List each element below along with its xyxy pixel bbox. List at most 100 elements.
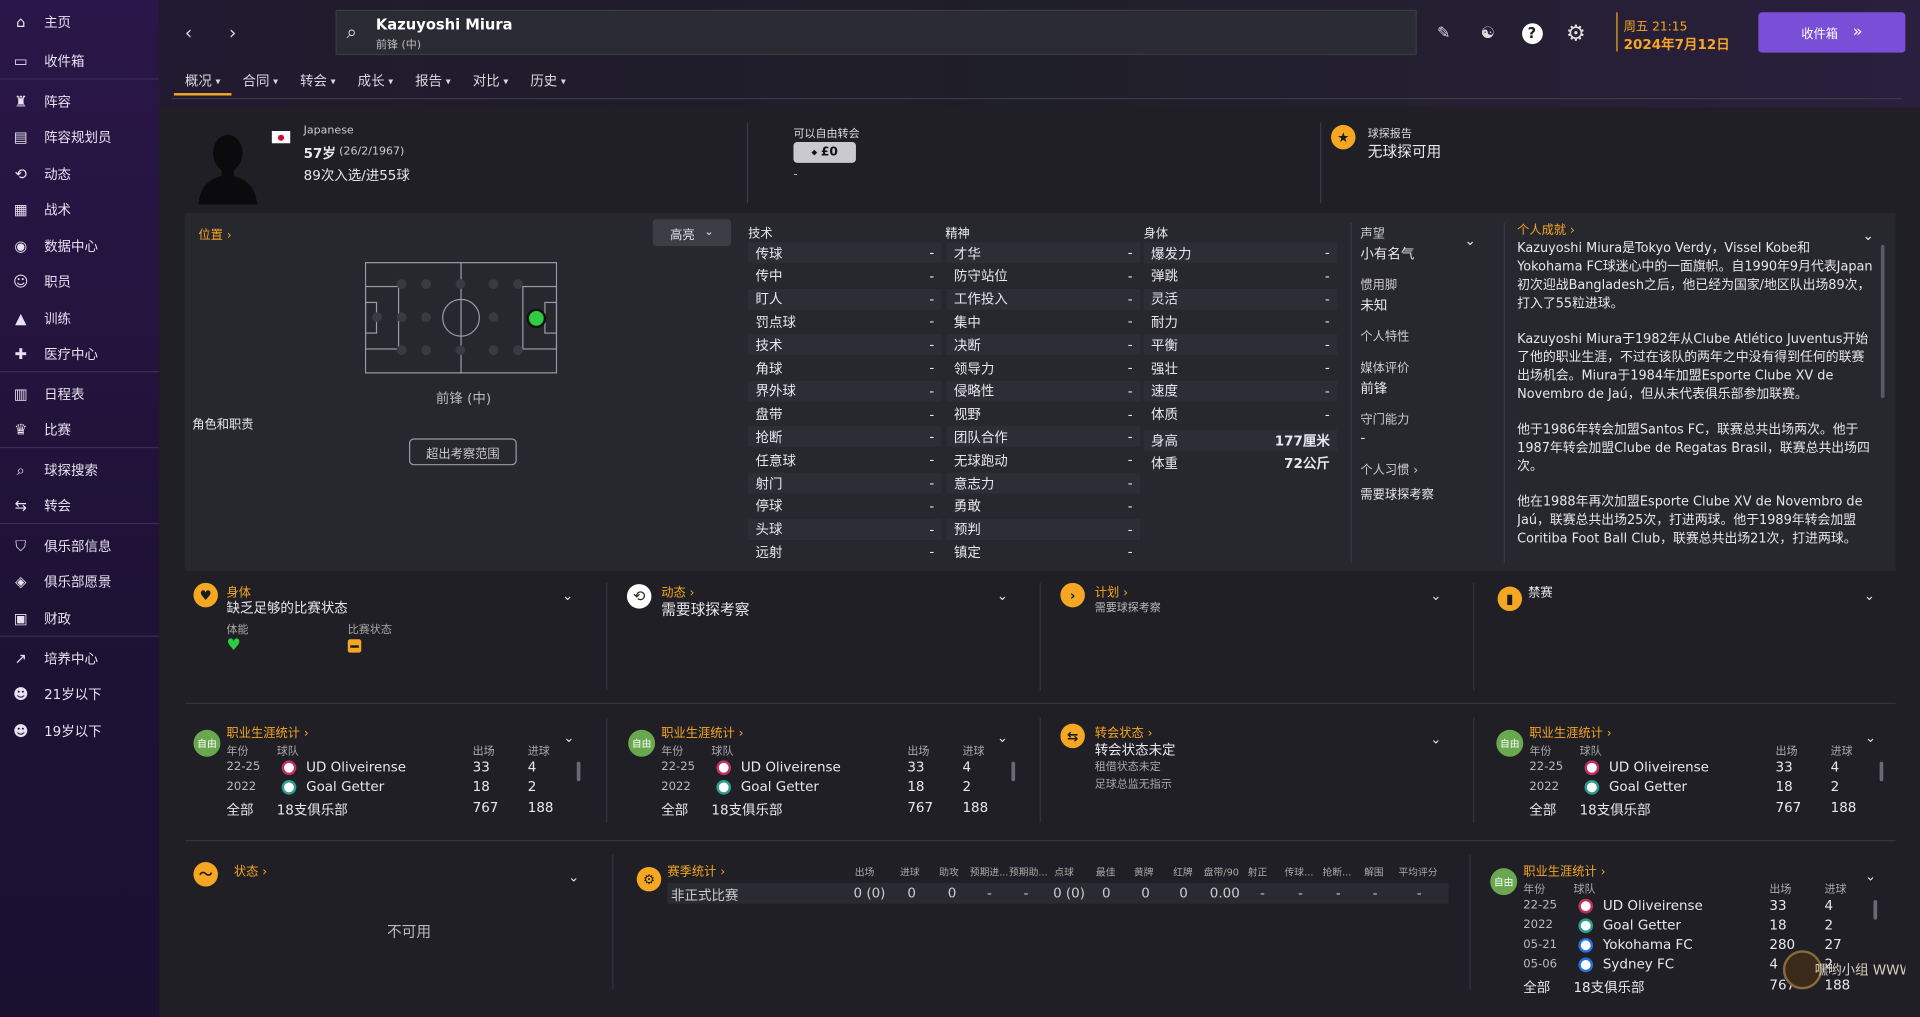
back-button[interactable]: ‹ xyxy=(175,20,202,47)
divider xyxy=(1350,222,1352,564)
u19-icon: ☻ xyxy=(13,722,29,740)
fm-logo-icon[interactable]: ☯ xyxy=(1474,20,1501,47)
help-icon[interactable]: ? xyxy=(1518,20,1545,47)
chevron-down-icon[interactable]: ⌄ xyxy=(1865,868,1876,884)
chevron-down-icon[interactable]: ⌄ xyxy=(997,730,1008,746)
career-total-cell: 188 xyxy=(527,799,554,816)
table-row[interactable]: 2022 Goal Getter 18 2 xyxy=(628,779,1008,797)
sidebar-item-competitions[interactable]: ♛ 比赛 xyxy=(0,416,159,443)
gk-value: - xyxy=(1360,429,1366,446)
divider xyxy=(0,635,160,637)
inbox-button[interactable]: 收件箱» xyxy=(1758,12,1906,53)
highlight-dropdown[interactable]: 高亮 ⌄ xyxy=(652,219,732,247)
career-stats-link[interactable]: 职业生涯统计 › xyxy=(227,722,309,740)
sidebar-item-scouting[interactable]: ⌕ 球探搜索 xyxy=(0,457,159,484)
sidebar-item-club-vision[interactable]: ◈ 俱乐部愿景 xyxy=(0,568,159,595)
chevron-down-icon[interactable]: ⌄ xyxy=(562,588,573,604)
chevron-down-icon[interactable]: ⌄ xyxy=(1430,731,1441,747)
sidebar-item-medical[interactable]: ✚ 医疗中心 xyxy=(0,340,159,367)
sidebar-item-u21[interactable]: ☻ 21岁以下 xyxy=(0,681,159,708)
season-column-header: 预期进... xyxy=(969,866,1009,878)
tab-overview[interactable]: 概况 ▾ xyxy=(173,69,232,96)
chevron-down-icon[interactable]: ⌄ xyxy=(997,588,1008,604)
table-row[interactable]: 2022 Goal Getter 18 2 xyxy=(1490,917,1870,935)
form-link[interactable]: 状态 › xyxy=(234,861,267,879)
gear-icon[interactable]: ⚙ xyxy=(1562,20,1589,47)
forward-button[interactable]: › xyxy=(219,20,246,47)
table-row[interactable]: 2022 Goal Getter 18 2 xyxy=(193,779,573,797)
sidebar-item-finances[interactable]: ▣ 财政 xyxy=(0,605,159,632)
preferred-foot-value: 未知 xyxy=(1360,297,1388,314)
dynamics-link[interactable]: 动态 › xyxy=(661,582,694,600)
transfer-status-link[interactable]: 转会状态 › xyxy=(1095,722,1153,740)
chevron-down-icon[interactable]: ⌄ xyxy=(1430,588,1441,604)
chevron-down-icon[interactable]: ⌄ xyxy=(563,730,574,746)
tab-development[interactable]: 成长 ▾ xyxy=(347,69,405,93)
sidebar-item-development[interactable]: ↗ 培养中心 xyxy=(0,645,159,672)
table-row[interactable]: 22-25 UD Oliveirense 33 4 xyxy=(193,759,573,777)
season-column-header: 盘带/90 xyxy=(1203,866,1240,878)
chevron-down-icon[interactable]: ⌄ xyxy=(568,869,579,885)
physical-card-value: 缺乏足够的比赛状态 xyxy=(226,600,348,616)
attribute-name: 视野 xyxy=(953,406,981,423)
attribute-name: 界外球 xyxy=(755,383,796,400)
attribute-value: - xyxy=(1127,452,1133,468)
scrollbar[interactable] xyxy=(1880,244,1885,398)
attribute-row: 意志力 - xyxy=(946,472,1141,494)
career-year: 22-25 xyxy=(1529,760,1564,774)
career-stats-link[interactable]: 职业生涯统计 › xyxy=(1523,861,1605,879)
edit-icon[interactable]: ✎ xyxy=(1430,20,1457,47)
chevron-down-icon[interactable]: ⌄ xyxy=(1865,730,1876,746)
plans-link[interactable]: 计划 › xyxy=(1095,582,1128,600)
sidebar-item-staff[interactable]: ☺ 职员 xyxy=(0,268,159,295)
international-caps: 89次入选/进55球 xyxy=(303,167,410,184)
preferred-foot-label: 惯用脚 xyxy=(1360,279,1398,293)
chevron-down-icon[interactable]: ⌄ xyxy=(1465,233,1476,249)
career-stats-link[interactable]: 职业生涯统计 › xyxy=(1529,722,1611,740)
attribute-row: 头球 - xyxy=(748,518,942,540)
tab-reports[interactable]: 报告 ▾ xyxy=(404,69,462,93)
sidebar-item-u19[interactable]: ☻ 19岁以下 xyxy=(0,718,159,745)
habits-link[interactable]: 个人习惯 › xyxy=(1360,459,1418,477)
sidebar-item-training[interactable]: ▲ 训练 xyxy=(0,305,159,332)
achievements-link[interactable]: 个人成就 › xyxy=(1517,219,1575,237)
scrollbar[interactable] xyxy=(1879,761,1884,782)
career-stats-link[interactable]: 职业生涯统计 › xyxy=(661,722,743,740)
season-column-header: 助攻 xyxy=(939,866,959,878)
vision-icon: ◈ xyxy=(15,573,27,591)
sidebar-item-squad[interactable]: ♜ 阵容 xyxy=(0,88,159,115)
chevron-right-icon: › xyxy=(1596,865,1606,880)
table-row[interactable]: 2022 Goal Getter 18 2 xyxy=(1496,779,1876,797)
club-icon: ⛉ xyxy=(15,536,27,555)
sidebar-item-transfers[interactable]: ⇆ 转会 xyxy=(0,492,159,519)
sidebar-item-club-info[interactable]: ⛉ 俱乐部信息 xyxy=(0,533,159,560)
divider xyxy=(1503,222,1505,564)
search-bar[interactable]: ⌕ Kazuyoshi Miura 前锋 (中) xyxy=(335,9,1417,56)
sidebar-item-squad-planner[interactable]: ▤ 阵容规划员 xyxy=(0,124,159,151)
position-link[interactable]: 位置 › xyxy=(198,224,231,242)
sidebar-item-data-hub[interactable]: ◉ 数据中心 xyxy=(0,233,159,260)
sidebar-item-schedule[interactable]: ▥ 日程表 xyxy=(0,381,159,408)
tab-transfer[interactable]: 转会 ▾ xyxy=(289,69,347,93)
table-row[interactable]: 22-25 UD Oliveirense 33 4 xyxy=(1490,898,1870,916)
divider xyxy=(606,582,608,691)
column-header: 出场 xyxy=(907,745,930,758)
scrollbar[interactable] xyxy=(1873,900,1878,920)
tab-compare[interactable]: 对比 ▾ xyxy=(462,69,520,93)
out-of-range-button[interactable]: 超出考察范围 xyxy=(408,438,517,466)
divider xyxy=(171,97,1902,100)
career-goals: 2 xyxy=(962,778,972,795)
sidebar-item-inbox[interactable]: ▭ 收件箱 xyxy=(0,48,159,75)
tab-contract[interactable]: 合同 ▾ xyxy=(231,69,289,93)
chevron-down-icon[interactable]: ⌄ xyxy=(1864,588,1875,604)
scrollbar[interactable] xyxy=(1011,761,1016,782)
table-row[interactable]: 22-25 UD Oliveirense 33 4 xyxy=(1496,759,1876,777)
table-row[interactable]: 22-25 UD Oliveirense 33 4 xyxy=(628,759,1008,777)
sidebar-item-home[interactable]: ⌂ 主页 xyxy=(0,9,159,36)
tab-history[interactable]: 历史 ▾ xyxy=(519,69,577,93)
sidebar-item-dynamics[interactable]: ⟲ 动态 xyxy=(0,160,159,187)
sidebar-item-tactics[interactable]: ▦ 战术 xyxy=(0,196,159,223)
column-header: 进球 xyxy=(527,745,550,758)
attribute-value: - xyxy=(1127,406,1133,422)
scrollbar[interactable] xyxy=(576,761,581,782)
